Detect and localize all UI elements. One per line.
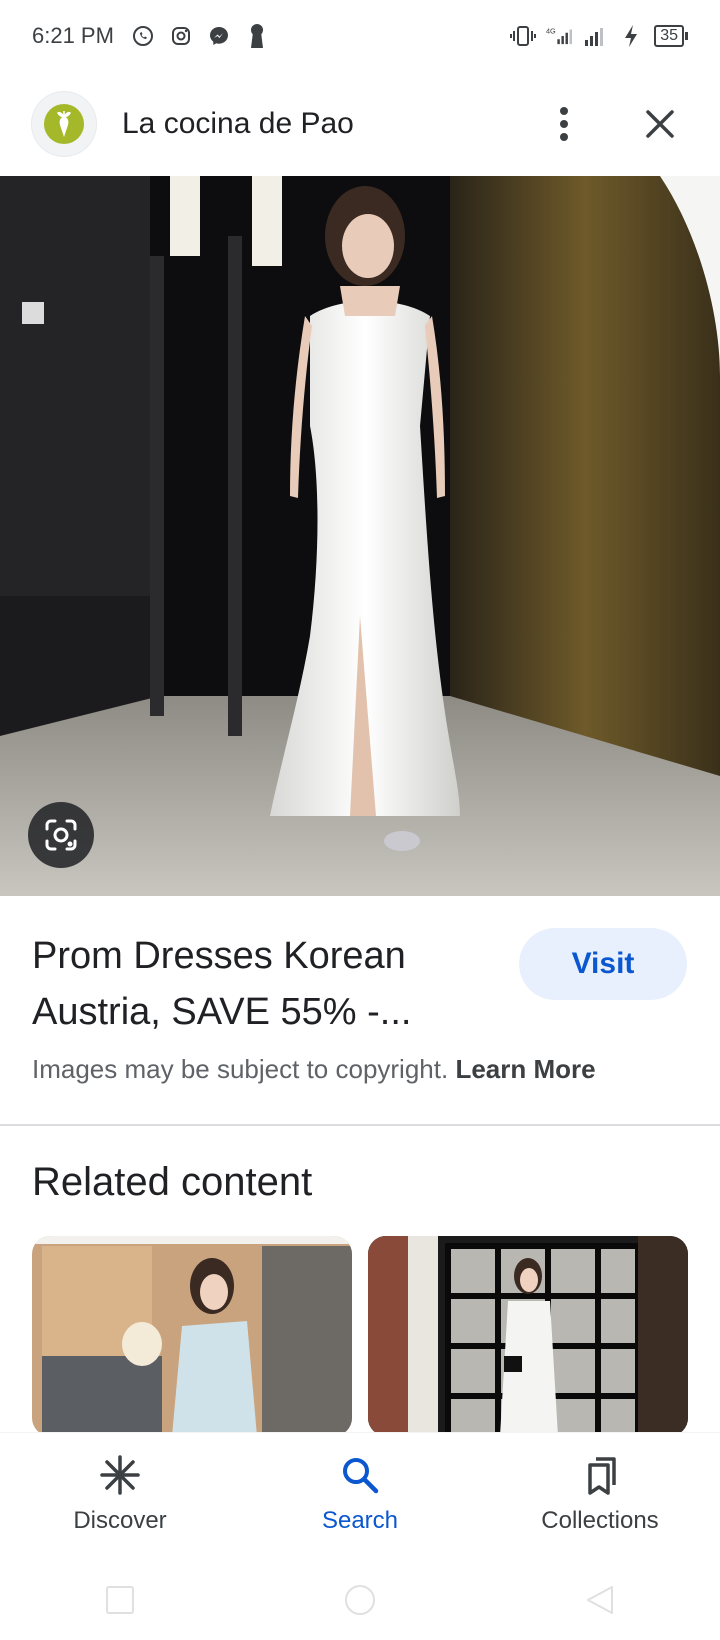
vibrate-icon [510, 23, 537, 49]
main-image[interactable] [0, 176, 720, 896]
related-card[interactable] [368, 1236, 688, 1436]
copyright-notice: Images may be subject to copyright. Lear… [32, 1054, 596, 1085]
more-vert-icon [560, 107, 568, 141]
dress-photo [0, 176, 720, 896]
messenger-icon [206, 23, 232, 49]
related-image [368, 1236, 688, 1436]
system-navigation [0, 1560, 720, 1640]
signal-4g-icon: 4G [546, 23, 573, 49]
nav-collections-label: Collections [541, 1507, 659, 1534]
instagram-icon [168, 23, 194, 49]
nav-search[interactable]: Search [260, 1451, 460, 1535]
charging-icon [618, 23, 644, 49]
close-icon [646, 110, 674, 138]
site-name[interactable]: La cocina de Pao [122, 107, 536, 141]
related-heading: Related content [32, 1160, 313, 1204]
more-options-button[interactable] [536, 96, 592, 152]
bookmarks-icon [576, 1451, 624, 1499]
nav-discover[interactable]: Discover [20, 1451, 220, 1535]
visit-button[interactable]: Visit [519, 928, 687, 1000]
signal-icon [582, 23, 608, 49]
status-bar: 6:21 PM 4G 35 [0, 0, 720, 72]
lens-search-button[interactable] [28, 802, 94, 868]
network-label: 4G [546, 27, 556, 36]
triangle-back-icon [587, 1586, 613, 1614]
square-icon [106, 1586, 134, 1614]
related-card[interactable] [32, 1236, 352, 1436]
nav-collections[interactable]: Collections [500, 1451, 700, 1535]
divider [0, 1124, 720, 1126]
home-button[interactable] [340, 1580, 380, 1620]
status-left: 6:21 PM [32, 23, 270, 49]
source-header: La cocina de Pao [0, 88, 720, 160]
status-right: 4G 35 [510, 23, 688, 49]
close-button[interactable] [632, 96, 688, 152]
site-logo[interactable] [32, 92, 96, 156]
bottom-navigation: Discover Search Collections [0, 1432, 720, 1552]
copyright-text: Images may be subject to copyright. [32, 1054, 449, 1084]
whatsapp-icon [130, 23, 156, 49]
carrot-icon [44, 104, 84, 144]
status-time: 6:21 PM [32, 23, 114, 48]
nav-discover-label: Discover [73, 1507, 167, 1534]
nav-search-label: Search [321, 1507, 399, 1534]
search-icon [336, 1451, 384, 1499]
result-title[interactable]: Prom Dresses Korean Austria, SAVE 55% -.… [32, 928, 472, 1040]
related-image [32, 1236, 352, 1436]
keyhole-icon [244, 23, 270, 49]
circle-icon [345, 1585, 375, 1615]
learn-more-link[interactable]: Learn More [455, 1054, 595, 1084]
back-button[interactable] [580, 1580, 620, 1620]
battery-level: 35 [654, 25, 684, 47]
recents-button[interactable] [100, 1580, 140, 1620]
battery-indicator: 35 [654, 25, 688, 47]
lens-icon [45, 819, 77, 851]
asterisk-icon [96, 1451, 144, 1499]
